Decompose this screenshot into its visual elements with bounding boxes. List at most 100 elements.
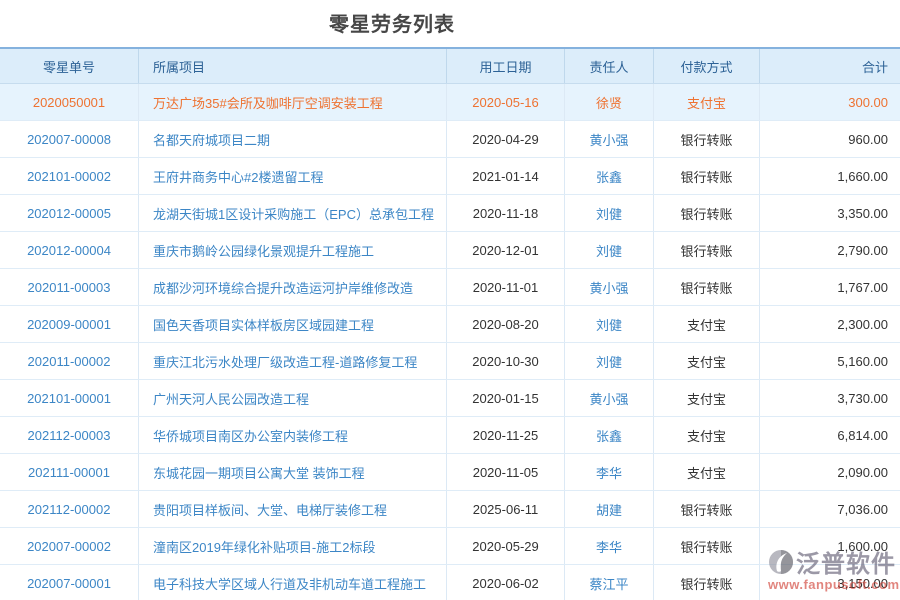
- project-link[interactable]: 成都沙河环境综合提升改造运河护岸维修改造: [153, 278, 413, 297]
- table-row[interactable]: 202007-00008 名都天府城项目二期 2020-04-29 黄小强 银行…: [0, 121, 900, 158]
- person-link[interactable]: 胡建: [596, 500, 622, 519]
- order-id-link[interactable]: 202012-00004: [27, 243, 111, 258]
- project-cell: 电子科技大学区域人行道及非机动车道工程施工: [139, 565, 447, 600]
- total-amount: 3,730.00: [760, 380, 900, 416]
- project-link[interactable]: 电子科技大学区域人行道及非机动车道工程施工: [153, 574, 426, 593]
- labor-date: 2020-05-16: [447, 84, 565, 120]
- person-link[interactable]: 蔡江平: [589, 574, 628, 593]
- project-cell: 国色天香项目实体样板房区域园建工程: [139, 306, 447, 342]
- total-amount: 1,600.00: [760, 528, 900, 564]
- project-link[interactable]: 潼南区2019年绿化补贴项目-施工2标段: [153, 537, 375, 556]
- payment-method: 支付宝: [654, 84, 760, 120]
- order-id-link[interactable]: 202011-00002: [28, 354, 111, 369]
- column-header: 付款方式: [654, 49, 760, 83]
- table-row[interactable]: 202007-00002 潼南区2019年绿化补贴项目-施工2标段 2020-0…: [0, 528, 900, 565]
- person-link[interactable]: 李华: [596, 463, 622, 482]
- person-link[interactable]: 张鑫: [596, 426, 622, 445]
- project-cell: 重庆市鹅岭公园绿化景观提升工程施工: [139, 232, 447, 268]
- project-link[interactable]: 国色天香项目实体样板房区域园建工程: [153, 315, 374, 334]
- table-row[interactable]: 202011-00002 重庆江北污水处理厂级改造工程-道路修复工程 2020-…: [0, 343, 900, 380]
- order-id-cell: 202112-00003: [0, 417, 139, 453]
- total-amount: 2,090.00: [760, 454, 900, 490]
- table-row[interactable]: 2020050001 万达广场35#会所及咖啡厅空调安装工程 2020-05-1…: [0, 84, 900, 121]
- order-id-cell: 202007-00002: [0, 528, 139, 564]
- payment-method: 银行转账: [654, 565, 760, 600]
- table-row[interactable]: 202012-00004 重庆市鹅岭公园绿化景观提升工程施工 2020-12-0…: [0, 232, 900, 269]
- labor-date: 2020-11-25: [447, 417, 565, 453]
- table-row[interactable]: 202112-00003 华侨城项目南区办公室内装修工程 2020-11-25 …: [0, 417, 900, 454]
- order-id-link[interactable]: 202012-00005: [27, 206, 111, 221]
- order-id-link[interactable]: 202112-00003: [28, 428, 111, 443]
- total-amount: 3,350.00: [760, 195, 900, 231]
- labor-date: 2020-01-15: [447, 380, 565, 416]
- project-link[interactable]: 龙湖天街城1区设计采购施工（EPC）总承包工程: [153, 204, 434, 223]
- project-link[interactable]: 东城花园一期项目公寓大堂 装饰工程: [153, 463, 365, 482]
- order-id-link[interactable]: 202007-00002: [27, 539, 111, 554]
- column-header: 合计: [760, 49, 900, 83]
- table-row[interactable]: 202007-00001 电子科技大学区域人行道及非机动车道工程施工 2020-…: [0, 565, 900, 600]
- payment-method: 支付宝: [654, 380, 760, 416]
- order-id-cell: 202007-00001: [0, 565, 139, 600]
- person-link[interactable]: 黄小强: [589, 130, 628, 149]
- order-id-cell: 202011-00003: [0, 269, 139, 305]
- person-cell: 黄小强: [565, 269, 654, 305]
- payment-method: 银行转账: [654, 121, 760, 157]
- project-link[interactable]: 重庆江北污水处理厂级改造工程-道路修复工程: [153, 352, 417, 371]
- person-cell: 张鑫: [565, 417, 654, 453]
- person-link[interactable]: 李华: [596, 537, 622, 556]
- person-cell: 黄小强: [565, 121, 654, 157]
- project-link[interactable]: 广州天河人民公园改造工程: [153, 389, 309, 408]
- order-id-link[interactable]: 202101-00001: [27, 391, 111, 406]
- labor-date: 2020-11-05: [447, 454, 565, 490]
- payment-method: 银行转账: [654, 195, 760, 231]
- order-id-link[interactable]: 202009-00001: [27, 317, 111, 332]
- person-link[interactable]: 刘健: [596, 241, 622, 260]
- order-id-link[interactable]: 202111-00001: [28, 465, 110, 480]
- order-id-link[interactable]: 2020050001: [33, 95, 105, 110]
- project-link[interactable]: 名都天府城项目二期: [153, 130, 270, 149]
- order-id-link[interactable]: 202007-00001: [27, 576, 111, 591]
- person-link[interactable]: 黄小强: [589, 389, 628, 408]
- table-row[interactable]: 202111-00001 东城花园一期项目公寓大堂 装饰工程 2020-11-0…: [0, 454, 900, 491]
- project-link[interactable]: 万达广场35#会所及咖啡厅空调安装工程: [153, 93, 383, 112]
- order-id-link[interactable]: 202112-00002: [28, 502, 111, 517]
- total-amount: 1,660.00: [760, 158, 900, 194]
- person-cell: 刘健: [565, 306, 654, 342]
- project-link[interactable]: 重庆市鹅岭公园绿化景观提升工程施工: [153, 241, 374, 260]
- person-link[interactable]: 黄小强: [589, 278, 628, 297]
- person-cell: 李华: [565, 454, 654, 490]
- project-link[interactable]: 华侨城项目南区办公室内装修工程: [153, 426, 348, 445]
- project-cell: 名都天府城项目二期: [139, 121, 447, 157]
- table-row[interactable]: 202101-00001 广州天河人民公园改造工程 2020-01-15 黄小强…: [0, 380, 900, 417]
- labor-list-table: 零星单号所属项目用工日期责任人付款方式合计 2020050001 万达广场35#…: [0, 47, 900, 600]
- person-cell: 刘健: [565, 232, 654, 268]
- table-row[interactable]: 202009-00001 国色天香项目实体样板房区域园建工程 2020-08-2…: [0, 306, 900, 343]
- table-body: 2020050001 万达广场35#会所及咖啡厅空调安装工程 2020-05-1…: [0, 84, 900, 600]
- page-title: 零星劳务列表: [0, 8, 784, 37]
- total-amount: 2,300.00: [760, 306, 900, 342]
- person-cell: 徐贤: [565, 84, 654, 120]
- order-id-cell: 202007-00008: [0, 121, 139, 157]
- table-row[interactable]: 202101-00002 王府井商务中心#2楼遗留工程 2021-01-14 张…: [0, 158, 900, 195]
- order-id-link[interactable]: 202011-00003: [28, 280, 111, 295]
- person-link[interactable]: 刘健: [596, 315, 622, 334]
- person-cell: 刘健: [565, 343, 654, 379]
- person-link[interactable]: 徐贤: [596, 93, 622, 112]
- project-cell: 贵阳项目样板间、大堂、电梯厅装修工程: [139, 491, 447, 527]
- person-link[interactable]: 刘健: [596, 352, 622, 371]
- table-row[interactable]: 202112-00002 贵阳项目样板间、大堂、电梯厅装修工程 2025-06-…: [0, 491, 900, 528]
- labor-date: 2020-05-29: [447, 528, 565, 564]
- payment-method: 支付宝: [654, 454, 760, 490]
- person-link[interactable]: 张鑫: [596, 167, 622, 186]
- project-cell: 潼南区2019年绿化补贴项目-施工2标段: [139, 528, 447, 564]
- order-id-link[interactable]: 202101-00002: [27, 169, 111, 184]
- project-link[interactable]: 贵阳项目样板间、大堂、电梯厅装修工程: [153, 500, 387, 519]
- order-id-link[interactable]: 202007-00008: [27, 132, 111, 147]
- table-row[interactable]: 202011-00003 成都沙河环境综合提升改造运河护岸维修改造 2020-1…: [0, 269, 900, 306]
- column-header: 用工日期: [447, 49, 565, 83]
- total-amount: 300.00: [760, 84, 900, 120]
- table-row[interactable]: 202012-00005 龙湖天街城1区设计采购施工（EPC）总承包工程 202…: [0, 195, 900, 232]
- project-link[interactable]: 王府井商务中心#2楼遗留工程: [153, 167, 323, 186]
- person-link[interactable]: 刘健: [596, 204, 622, 223]
- total-amount: 6,814.00: [760, 417, 900, 453]
